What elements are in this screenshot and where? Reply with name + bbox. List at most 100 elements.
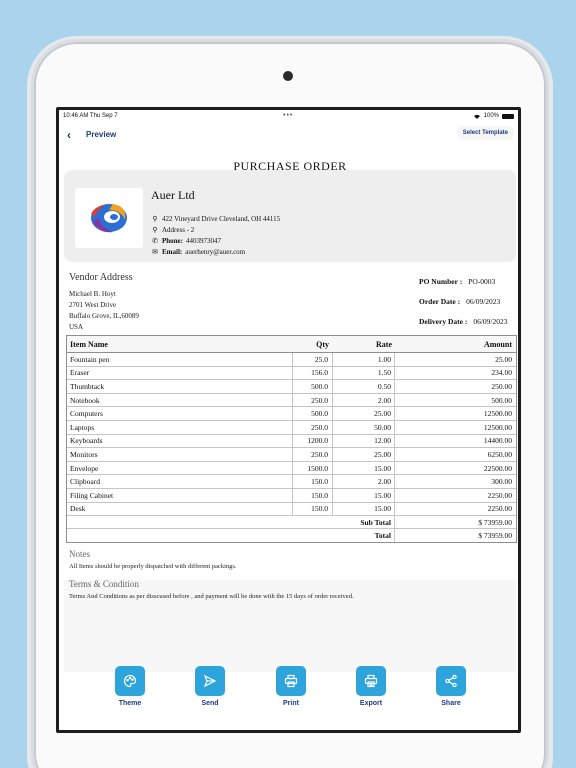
cell-rate: 25.00 xyxy=(333,448,395,461)
table-row: Laptops 250.0 50.00 12500.00 xyxy=(67,420,516,435)
share-icon[interactable] xyxy=(436,666,466,696)
cell-qty: 250.0 xyxy=(293,448,333,461)
cell-rate: 1.50 xyxy=(333,366,395,380)
cell-amount: 12500.00 xyxy=(483,422,512,432)
vendor-line: USA xyxy=(69,323,84,331)
items-table: Item Name Qty Rate Amount Fountain pen 25… xyxy=(66,335,517,544)
document-title: PURCHASE ORDER xyxy=(233,159,347,173)
vendor-line: 2701 West Drive xyxy=(69,301,117,309)
front-camera xyxy=(283,71,293,81)
po-number-row: PO Number : PO-0003 xyxy=(419,277,495,286)
vendor-line: Buffalo Grove, IL,60089 xyxy=(69,312,139,320)
po-number-label: PO Number : xyxy=(419,277,463,286)
cell-rate: 15.00 xyxy=(333,488,395,502)
export-label: Export xyxy=(359,700,383,707)
cell-qty: 1500.0 xyxy=(293,461,333,475)
vendor-heading: Vendor Address xyxy=(69,272,133,283)
table-row: Filing Cabinet 150.0 15.00 2250.00 xyxy=(67,488,516,503)
company-logo-icon xyxy=(91,204,127,233)
email-icon: ✉ xyxy=(152,248,158,256)
table-row: Keyboards 1200.0 12.00 14400.00 xyxy=(67,434,516,449)
send-label: Send xyxy=(201,700,219,707)
theme-button[interactable]: Theme xyxy=(110,666,150,707)
table-header: Item Name Qty Rate Amount xyxy=(67,336,516,353)
action-bar: Theme Send Print Export Share xyxy=(59,666,518,716)
location-pin-icon: ⚲ xyxy=(152,226,158,234)
table-row: Envelope 1500.0 15.00 22500.00 xyxy=(67,461,516,476)
company-address1-text: 422 Vineyard Drive Cleveland, OH 44115 xyxy=(162,215,281,223)
cell-qty: 150.0 xyxy=(293,502,333,516)
back-chevron-icon[interactable]: ‹ xyxy=(67,128,71,142)
sub-total-value: $ 73959.00 xyxy=(478,517,512,527)
cell-amount: 2250.00 xyxy=(487,490,512,500)
cell-rate: 2.00 xyxy=(333,475,395,488)
status-bar: 10:46 AM Thu Sep 7 ••• 100% xyxy=(59,110,518,124)
cell-qty: 500.0 xyxy=(293,407,333,420)
po-number-value: PO-0003 xyxy=(468,277,496,286)
export-icon[interactable] xyxy=(356,666,386,696)
cell-qty: 150.0 xyxy=(293,488,333,502)
cell-item-name: Eraser xyxy=(67,366,293,380)
cell-rate: 12.00 xyxy=(333,434,395,448)
multitasking-dots-icon[interactable]: ••• xyxy=(283,112,293,119)
phone-icon: ✆ xyxy=(152,237,158,245)
cell-amount: 25.00 xyxy=(495,354,512,364)
print-label: Print xyxy=(283,700,299,707)
table-row: Notebook 250.0 2.00 500.00 xyxy=(67,393,516,408)
cell-amount: 300.00 xyxy=(491,477,512,487)
delivery-date-value: 06/09/2023 xyxy=(473,317,508,326)
cell-rate: 25.00 xyxy=(333,407,395,420)
palette-icon[interactable] xyxy=(115,666,145,696)
company-address2: ⚲ Address - 2 xyxy=(151,226,194,234)
cell-amount: 500.00 xyxy=(491,395,512,405)
theme-label: Theme xyxy=(118,700,142,707)
cell-rate: 0.50 xyxy=(333,380,395,393)
cell-item-name: Filing Cabinet xyxy=(67,488,293,502)
send-icon[interactable] xyxy=(195,666,225,696)
cell-rate: 1.00 xyxy=(333,353,395,366)
cell-qty: 250.0 xyxy=(293,393,333,407)
print-button[interactable]: Print xyxy=(271,666,311,707)
cell-item-name: Envelope xyxy=(67,461,293,475)
col-qty: Qty xyxy=(316,339,329,349)
col-rate: Rate xyxy=(376,339,392,349)
phone-value: 4403973047 xyxy=(186,237,221,245)
cell-qty: 500.0 xyxy=(293,380,333,393)
location-pin-icon: ⚲ xyxy=(152,215,158,223)
cell-qty: 156.0 xyxy=(293,366,333,380)
cell-amount: 22500.00 xyxy=(483,463,512,473)
delivery-date-row: Delivery Date : 06/09/2023 xyxy=(419,317,507,326)
cell-item-name: Thumbtack xyxy=(67,380,293,393)
company-email: ✉ Email: auerhenry@auer.com xyxy=(151,248,245,256)
share-button[interactable]: Share xyxy=(431,666,471,707)
cell-qty: 1200.0 xyxy=(293,434,333,448)
sub-total-row: Sub Total $ 73959.00 xyxy=(67,516,516,530)
phone-label: Phone: xyxy=(162,237,183,245)
company-header: Auer Ltd ⚲ 422 Vineyard Drive Cleveland,… xyxy=(64,159,516,262)
cell-item-name: Notebook xyxy=(67,393,293,407)
send-button[interactable]: Send xyxy=(190,666,230,707)
total-label: Total xyxy=(67,529,395,543)
battery-percent: 100% xyxy=(483,113,499,119)
share-label: Share xyxy=(441,700,461,707)
cell-item-name: Monitors xyxy=(67,448,293,461)
export-button[interactable]: Export xyxy=(351,666,391,707)
terms-heading: Terms & Condition xyxy=(69,579,139,589)
nav-bar: ‹ Preview Select Template xyxy=(59,124,518,146)
notes-text: All Items should be properly dispatched … xyxy=(69,563,237,570)
cell-rate: 15.00 xyxy=(333,461,395,475)
order-date-value: 06/09/2023 xyxy=(466,297,501,306)
cell-qty: 250.0 xyxy=(293,420,333,434)
printer-icon[interactable] xyxy=(276,666,306,696)
cell-amount: 14400.00 xyxy=(483,436,512,446)
table-row: Fountain pen 25.0 1.00 25.00 xyxy=(67,353,516,367)
cell-item-name: Desk xyxy=(67,502,293,516)
company-phone: ✆ Phone: 4403973047 xyxy=(151,237,221,245)
cell-amount: 250.00 xyxy=(491,381,512,391)
email-label: Email: xyxy=(162,248,183,256)
select-template-button[interactable]: Select Template xyxy=(456,126,514,140)
cell-amount: 12500.00 xyxy=(483,409,512,419)
total-value: $ 73959.00 xyxy=(478,531,512,541)
preview-title[interactable]: Preview xyxy=(86,130,116,139)
cell-amount: 2250.00 xyxy=(487,504,512,514)
